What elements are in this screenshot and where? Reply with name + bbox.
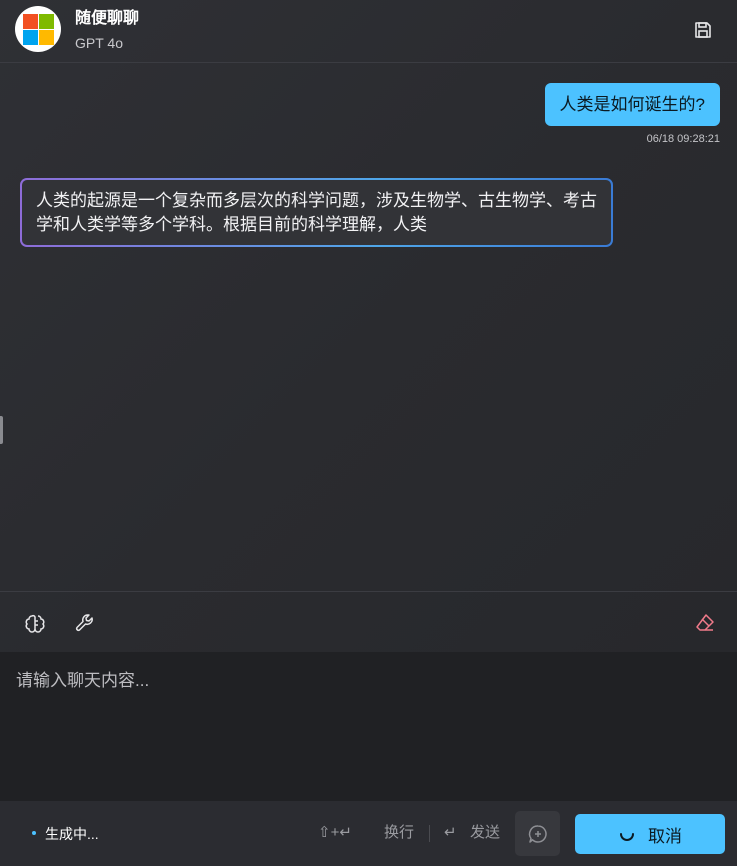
new-chat-button[interactable]: [515, 811, 560, 856]
model-name: GPT 4o: [75, 35, 123, 51]
avatar: [15, 6, 61, 52]
chat-header: 随便聊聊 GPT 4o: [0, 0, 737, 63]
chat-window: 随便聊聊 GPT 4o 人类是如何诞生的? 06/18 09:28:21 人类的…: [0, 0, 737, 866]
hint-divider: [429, 825, 430, 842]
assistant-message-text: 人类的起源是一个复杂而多层次的科学问题，涉及生物学、古生物学、考古学和人类学等多…: [22, 180, 611, 245]
save-button[interactable]: [691, 18, 715, 42]
save-icon: [695, 22, 711, 38]
eraser-icon[interactable]: [693, 611, 717, 635]
generation-status: 生成中...: [45, 826, 99, 842]
user-message: 人类是如何诞生的?: [544, 83, 720, 126]
chat-input-area: [0, 652, 737, 801]
cancel-button[interactable]: 取消: [575, 814, 725, 854]
send-shortcut-key: ↵: [444, 824, 457, 841]
assistant-message: 人类的起源是一个复杂而多层次的科学问题，涉及生物学、古生物学、考古学和人类学等多…: [20, 178, 613, 247]
send-hint: 发送: [470, 824, 501, 841]
wrench-icon[interactable]: [73, 611, 97, 635]
chat-plus-icon: [528, 824, 547, 843]
microsoft-logo-icon: [22, 13, 54, 45]
newline-shortcut-keys: ⇧+↵: [318, 824, 352, 841]
brain-icon[interactable]: [23, 611, 47, 635]
status-indicator: [32, 831, 36, 835]
resize-handle[interactable]: [0, 416, 3, 444]
loading-spinner-icon: [620, 833, 634, 841]
input-toolbar: [0, 591, 737, 652]
chat-title: 随便聊聊: [75, 10, 140, 27]
cancel-label: 取消: [648, 826, 682, 846]
header-titles: 随便聊聊 GPT 4o: [75, 9, 139, 53]
message-timestamp: 06/18 09:28:21: [646, 133, 720, 145]
chat-input[interactable]: [0, 652, 737, 801]
newline-hint: 换行: [384, 824, 415, 841]
